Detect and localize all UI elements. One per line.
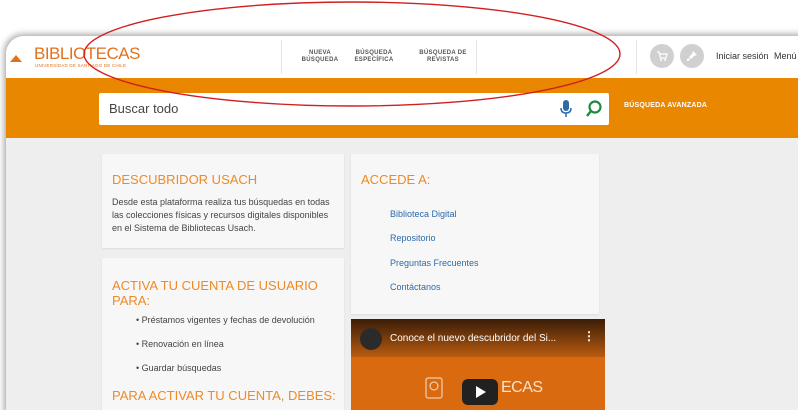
- accede-title: ACCEDE A:: [361, 172, 431, 187]
- link-preguntas-frecuentes[interactable]: Preguntas Frecuentes: [390, 258, 479, 268]
- microphone-icon[interactable]: [560, 100, 572, 118]
- nav-new-search[interactable]: NUEVA BÚSQUEDA: [296, 50, 344, 64]
- link-biblioteca-digital[interactable]: Biblioteca Digital: [390, 209, 457, 219]
- activa-bullet: • Renovación en línea: [136, 339, 224, 349]
- menu-link[interactable]: Menú: [774, 51, 797, 61]
- search-input[interactable]: Buscar todo: [99, 93, 609, 125]
- descubridor-line: Desde esta plataforma realiza tus búsque…: [112, 197, 330, 207]
- search-band: Buscar todo BÚSQUEDA AVANZADA: [6, 78, 798, 138]
- signin-link[interactable]: Iniciar sesión: [716, 51, 769, 61]
- video-embed[interactable]: Conoce el nuevo descubridor del Si... ⋮ …: [351, 319, 605, 410]
- activa-bullet: • Préstamos vigentes y fechas de devoluc…: [136, 315, 315, 325]
- nav-divider: [281, 40, 282, 74]
- site-logo-text[interactable]: BIBLIOTECAS: [34, 44, 140, 64]
- activa-subtitle: PARA ACTIVAR TU CUENTA, DEBES:: [112, 388, 336, 403]
- nav-divider: [636, 40, 637, 74]
- top-navigation: BIBLIOTECAS UNIVERSIDAD DE SANTIAGO DE C…: [6, 36, 798, 78]
- activa-title: ACTIVA TU CUENTA DE USUARIO PARA:: [112, 278, 318, 308]
- video-logo-text: ECAS: [501, 379, 543, 396]
- pin-icon: [687, 51, 697, 61]
- site-logo-subtext: UNIVERSIDAD DE SANTIAGO DE CHILE: [35, 63, 127, 68]
- descubridor-line: en el Sistema de Bibliotecas Usach.: [112, 223, 256, 233]
- link-repositorio[interactable]: Repositorio: [390, 233, 436, 243]
- nav-specific-search[interactable]: BÚSQUEDA ESPECÍFICA: [348, 50, 400, 64]
- search-placeholder: Buscar todo: [109, 101, 179, 116]
- nav-new-search-line1: NUEVA: [308, 50, 332, 56]
- logo-book-icon: [10, 55, 22, 62]
- activa-bullet: • Guardar búsquedas: [136, 363, 222, 373]
- cart-button[interactable]: [650, 44, 674, 68]
- pin-button[interactable]: [680, 44, 704, 68]
- nav-specific-search-line1: BÚSQUEDA: [355, 50, 393, 56]
- university-seal-icon: [425, 377, 443, 399]
- advanced-search-link[interactable]: BÚSQUEDA AVANZADA: [624, 102, 707, 109]
- activa-card: ACTIVA TU CUENTA DE USUARIO PARA: • Prés…: [102, 258, 344, 410]
- nav-new-search-line2: BÚSQUEDA: [301, 57, 339, 63]
- search-icon[interactable]: [585, 100, 603, 118]
- more-options-icon[interactable]: ⋮: [583, 329, 595, 343]
- page-frame: BIBLIOTECAS UNIVERSIDAD DE SANTIAGO DE C…: [6, 36, 798, 410]
- play-button[interactable]: [462, 379, 498, 405]
- video-title[interactable]: Conoce el nuevo descubridor del Si...: [390, 333, 556, 344]
- descubridor-line: las colecciones físicas y recursos digit…: [112, 210, 329, 220]
- nav-specific-search-line2: ESPECÍFICA: [354, 57, 394, 63]
- link-contactanos[interactable]: Contáctanos: [390, 282, 441, 292]
- play-icon: [476, 386, 486, 398]
- descubridor-card: DESCUBRIDOR USACH Desde esta plataforma …: [102, 154, 344, 248]
- descubridor-body: Desde esta plataforma realiza tus búsque…: [112, 196, 342, 235]
- nav-journal-search-line2: REVISTAS: [427, 57, 459, 63]
- nav-journal-search[interactable]: BÚSQUEDA DE REVISTAS: [414, 50, 472, 64]
- channel-avatar[interactable]: [360, 328, 382, 350]
- cart-icon: [657, 51, 668, 61]
- accede-card: ACCEDE A: Biblioteca Digital Repositorio…: [351, 154, 599, 314]
- nav-divider: [476, 40, 477, 74]
- descubridor-title: DESCUBRIDOR USACH: [112, 172, 258, 187]
- nav-journal-search-line1: BÚSQUEDA DE: [419, 50, 467, 56]
